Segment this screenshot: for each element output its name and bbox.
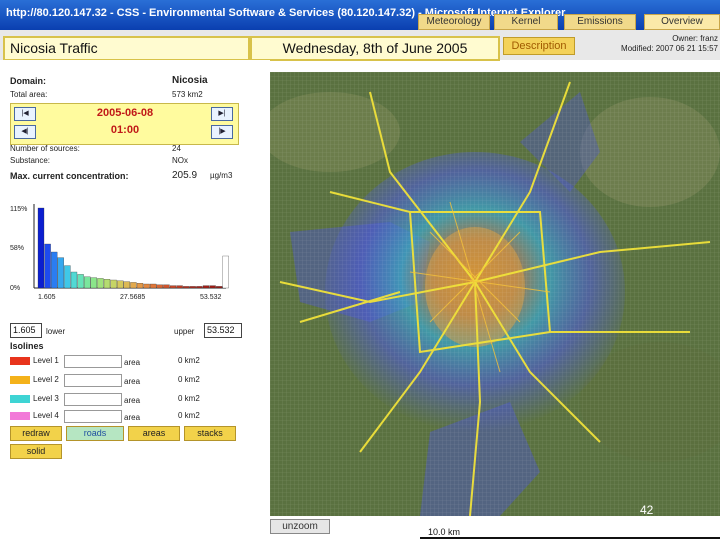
hist-bar <box>169 285 177 289</box>
hist-bar <box>209 285 216 289</box>
tab-meteorology[interactable]: Meteorology <box>418 14 490 30</box>
level-3-area-value: 0 km2 <box>178 394 200 403</box>
hist-bar <box>163 284 170 289</box>
hist-bar <box>64 265 71 289</box>
domain-label: Domain: <box>10 76 46 86</box>
max-concentration-label: Max. current concentration: <box>10 171 129 181</box>
level-4-swatch[interactable] <box>10 412 30 420</box>
level-4-label: Level 4 <box>33 411 59 420</box>
hist-bar <box>183 286 190 289</box>
solid-toggle[interactable]: solid <box>10 444 62 459</box>
owner-text: Owner: franz <box>672 34 718 43</box>
hist-x-label-max: 53.532 <box>200 294 222 301</box>
hist-bar <box>90 277 97 289</box>
hist-y-label-mid: 58% <box>10 245 24 252</box>
level-2-input[interactable] <box>64 374 122 387</box>
page-number: 42 <box>640 503 654 517</box>
hist-bar <box>110 279 117 289</box>
isolines-title: Isolines <box>10 341 44 351</box>
hist-bar <box>130 282 137 289</box>
scale-bar <box>420 537 720 539</box>
level-4-area-value: 0 km2 <box>178 411 200 420</box>
upper-bound-input[interactable]: 53.532 <box>204 323 242 338</box>
hist-bar <box>97 278 104 289</box>
hist-bar <box>37 207 45 289</box>
level-2-label: Level 2 <box>33 375 59 384</box>
level-1-area-value: 0 km2 <box>178 356 200 365</box>
concentration-histogram: 115% 58% 0% 1.605 27.5685 53.532 <box>10 204 229 301</box>
tab-overview[interactable]: Overview <box>644 14 720 30</box>
level-1-area-label: area <box>124 358 141 367</box>
tab-kernel[interactable]: Kernel <box>494 14 558 30</box>
hist-bar <box>216 286 223 289</box>
level-4-input[interactable] <box>64 410 122 423</box>
hist-y-label-bottom: 0% <box>10 285 20 292</box>
hist-bar <box>156 284 163 289</box>
last-date-button[interactable]: ▶| <box>211 107 233 121</box>
level-4-area-label: area <box>124 413 141 422</box>
metadata: Owner: franz Modified: 2007 06 21 15:57 <box>600 34 718 54</box>
hist-bar <box>70 271 78 289</box>
hist-bar <box>222 255 229 289</box>
hist-bar <box>202 285 210 289</box>
hist-bar <box>44 243 51 289</box>
hist-bar <box>143 283 150 289</box>
hist-bar <box>196 286 203 289</box>
hist-bar <box>51 251 58 289</box>
hist-bar <box>150 283 157 289</box>
level-2-swatch[interactable] <box>10 376 30 384</box>
hist-bar <box>176 285 183 289</box>
sources-value: 24 <box>172 144 181 153</box>
level-2-area-value: 0 km2 <box>178 375 200 384</box>
level-2-area-label: area <box>124 377 141 386</box>
substance-label: Substance: <box>10 156 51 165</box>
hist-bar <box>117 280 124 289</box>
stacks-toggle[interactable]: stacks <box>184 426 236 441</box>
hist-bar <box>189 286 196 289</box>
hist-bar <box>136 283 144 289</box>
redraw-button[interactable]: redraw <box>10 426 62 441</box>
roads-toggle[interactable]: roads <box>66 426 124 441</box>
concentration-unit: µg/m3 <box>210 171 233 180</box>
lower-label: lower <box>46 327 66 336</box>
level-3-label: Level 3 <box>33 394 59 403</box>
areas-toggle[interactable]: areas <box>128 426 180 441</box>
level-1-input[interactable] <box>64 355 122 368</box>
level-3-swatch[interactable] <box>10 395 30 403</box>
hist-bars <box>37 207 229 289</box>
prev-step-button[interactable]: ◀| <box>14 125 36 139</box>
description-button[interactable]: Description <box>503 37 575 55</box>
substance-value: NOx <box>172 156 188 165</box>
modified-text: Modified: 2007 06 21 15:57 <box>621 44 718 53</box>
total-area-value: 573 km2 <box>172 90 203 99</box>
domain-value: Nicosia <box>172 75 208 86</box>
hist-y-label-top: 115% <box>10 206 27 213</box>
hist-x-label-mid: 27.5685 <box>120 294 145 301</box>
unzoom-button[interactable]: unzoom <box>270 519 330 534</box>
level-1-swatch[interactable] <box>10 357 30 365</box>
hist-bar <box>77 274 84 289</box>
app-title: Nicosia Traffic <box>3 36 250 61</box>
scale-label: 10.0 km <box>428 527 461 537</box>
level-1-label: Level 1 <box>33 356 59 365</box>
hist-bar <box>84 276 91 289</box>
date-title: Wednesday, 8th of June 2005 <box>250 36 500 61</box>
level-3-input[interactable] <box>64 393 122 406</box>
hist-x-label-min: 1.605 <box>38 294 56 301</box>
next-step-button[interactable]: |▶ <box>211 125 233 139</box>
first-date-button[interactable]: |◀ <box>14 107 36 121</box>
hist-bar <box>57 257 64 289</box>
hist-bar <box>103 279 111 289</box>
lower-bound-input[interactable]: 1.605 <box>10 323 42 338</box>
level-3-area-label: area <box>124 396 141 405</box>
current-time: 01:00 <box>110 124 140 136</box>
max-concentration-value: 205.9 <box>172 170 198 181</box>
upper-label: upper <box>174 327 195 336</box>
hist-bar <box>123 281 130 289</box>
total-area-label: Total area: <box>10 90 48 99</box>
tab-emissions[interactable]: Emissions <box>564 14 636 30</box>
current-date: 2005-06-08 <box>96 107 154 119</box>
concentration-map[interactable] <box>270 72 720 516</box>
sources-label: Number of sources: <box>10 144 80 153</box>
